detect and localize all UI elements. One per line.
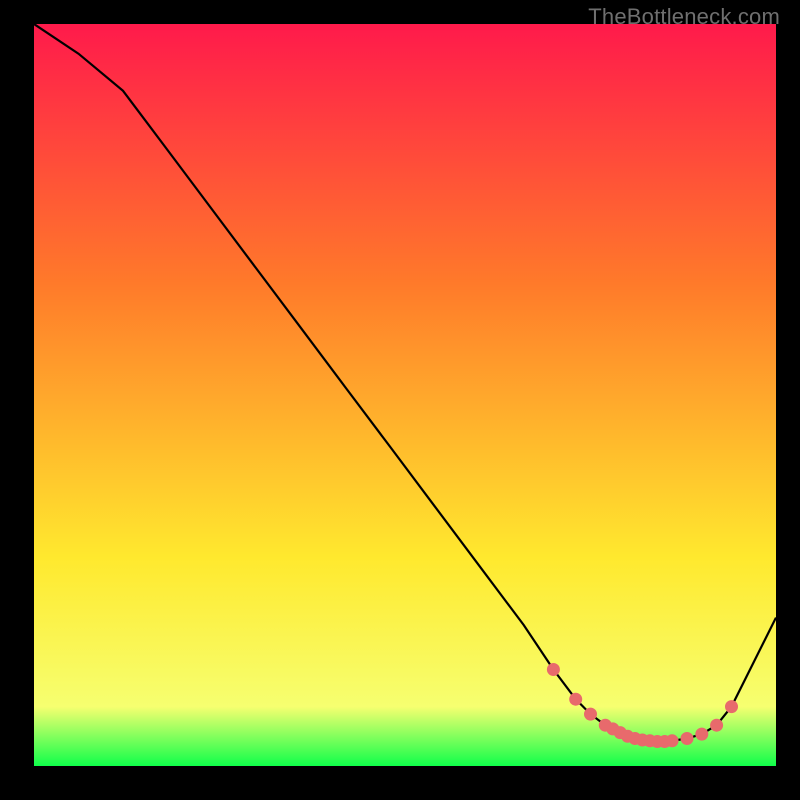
gradient-background <box>34 24 776 766</box>
curve-marker <box>666 735 678 747</box>
curve-marker <box>681 733 693 745</box>
curve-marker <box>570 693 582 705</box>
curve-marker <box>585 708 597 720</box>
curve-marker <box>711 719 723 731</box>
curve-marker <box>696 728 708 740</box>
curve-marker <box>726 701 738 713</box>
watermark-text: TheBottleneck.com <box>588 4 780 30</box>
chart-frame <box>34 24 776 766</box>
curve-marker <box>547 664 559 676</box>
bottleneck-chart <box>34 24 776 766</box>
